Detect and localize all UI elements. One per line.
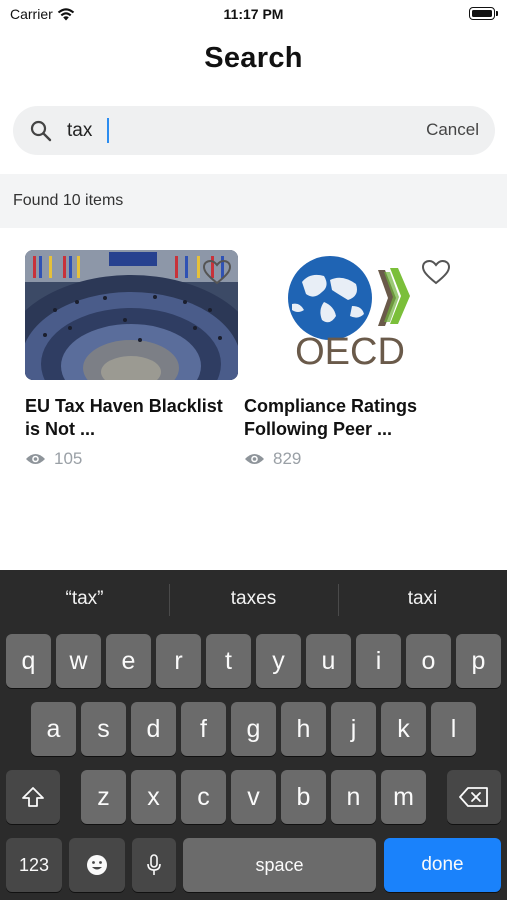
onscreen-keyboard: “tax” taxes taxi q w e r t y u i o p a s…	[0, 570, 507, 900]
results-count: Found 10 items	[13, 192, 124, 209]
shift-arrow-icon	[22, 787, 44, 807]
key-n[interactable]: n	[331, 770, 376, 824]
key-y[interactable]: y	[256, 634, 301, 688]
text-caret	[107, 118, 109, 143]
key-t[interactable]: t	[206, 634, 251, 688]
key-e[interactable]: e	[106, 634, 151, 688]
cancel-button[interactable]: Cancel	[426, 120, 479, 140]
space-key[interactable]: space	[183, 838, 376, 892]
suggestion-item[interactable]: taxi	[338, 588, 507, 610]
key-z[interactable]: z	[81, 770, 126, 824]
view-count: 105	[54, 449, 83, 468]
numbers-key[interactable]: 123	[6, 838, 62, 892]
key-u[interactable]: u	[306, 634, 351, 688]
suggestion-item[interactable]: “tax”	[0, 588, 169, 610]
done-key[interactable]: done	[384, 838, 501, 892]
backspace-icon	[459, 787, 488, 807]
card-thumbnail-parliament[interactable]	[25, 250, 238, 380]
battery-icon	[469, 7, 498, 20]
key-g[interactable]: g	[231, 702, 276, 756]
emoji-icon	[87, 855, 107, 875]
emoji-key[interactable]	[69, 838, 125, 892]
key-c[interactable]: c	[181, 770, 226, 824]
favorite-heart-icon[interactable]	[421, 258, 451, 286]
card-title[interactable]: EU Tax Haven Blacklist is Not ...	[25, 395, 240, 441]
eye-icon	[245, 454, 264, 464]
key-q[interactable]: q	[6, 634, 51, 688]
key-l[interactable]: l	[431, 702, 476, 756]
search-input[interactable]	[67, 116, 367, 146]
microphone-icon	[147, 854, 161, 875]
result-card[interactable]: EU Tax Haven Blacklist is Not ... 105	[25, 250, 240, 469]
key-k[interactable]: k	[381, 702, 426, 756]
favorite-heart-icon[interactable]	[202, 258, 232, 286]
key-r[interactable]: r	[156, 634, 201, 688]
page-title: Search	[204, 42, 303, 74]
status-time: 11:17 PM	[223, 6, 284, 22]
suggestion-bar: “tax” taxes taxi	[0, 570, 507, 628]
key-h[interactable]: h	[281, 702, 326, 756]
view-count: 829	[273, 449, 302, 468]
delete-key[interactable]	[447, 770, 501, 824]
key-i[interactable]: i	[356, 634, 401, 688]
key-f[interactable]: f	[181, 702, 226, 756]
key-x[interactable]: x	[131, 770, 176, 824]
oecd-logo-text: OECD	[295, 331, 405, 373]
result-card[interactable]: OECD Compliance Ratings Following Peer .…	[244, 250, 459, 469]
results-summary-bar: Found 10 items	[0, 174, 507, 228]
key-b[interactable]: b	[281, 770, 326, 824]
dictation-key[interactable]	[132, 838, 176, 892]
key-m[interactable]: m	[381, 770, 426, 824]
key-s[interactable]: s	[81, 702, 126, 756]
key-v[interactable]: v	[231, 770, 276, 824]
key-w[interactable]: w	[56, 634, 101, 688]
search-icon	[30, 120, 52, 142]
shift-key[interactable]	[6, 770, 60, 824]
key-p[interactable]: p	[456, 634, 501, 688]
card-title[interactable]: Compliance Ratings Following Peer ...	[244, 395, 459, 441]
search-bar[interactable]: Cancel	[13, 106, 495, 155]
suggestion-item[interactable]: taxes	[169, 588, 338, 610]
eye-icon	[26, 454, 45, 464]
key-d[interactable]: d	[131, 702, 176, 756]
status-bar: Carrier 11:17 PM	[0, 0, 507, 28]
card-views: 829	[244, 449, 459, 469]
key-a[interactable]: a	[31, 702, 76, 756]
card-thumbnail-oecd[interactable]: OECD	[244, 250, 457, 380]
key-o[interactable]: o	[406, 634, 451, 688]
key-j[interactable]: j	[331, 702, 376, 756]
card-views: 105	[25, 449, 240, 469]
